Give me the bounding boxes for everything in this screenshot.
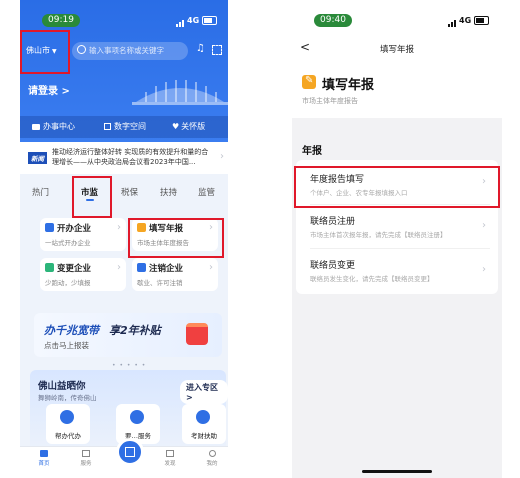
promo-title-a: 办千兆宽带 [44,324,99,337]
nav-label: 服务 [80,461,92,467]
service-subtitle: 歇业、许可注销 [137,279,183,287]
cancel-doc-icon [137,263,146,272]
broadband-promo-banner[interactable]: 办千兆宽带 享2年补贴 点击马上报装 [34,313,222,357]
section-title: 佛山益晒你 [38,381,86,392]
section-subtitle: 舞狮岭南，传奇佛山 [38,394,97,402]
quick-entry-care-mode[interactable]: ♥ 关怀版 [172,121,205,132]
change-icon [45,263,54,272]
user-icon [208,450,216,457]
scan-icon[interactable] [212,45,222,55]
nav-discover[interactable]: 发现 [160,450,180,467]
gavel-icon [130,410,144,424]
quick-entry-service-center[interactable]: 办事中心 [32,121,75,132]
service-title: 开办企业 [57,224,92,234]
nav-mine[interactable]: 我的 [202,450,222,467]
status-time: 09:40 [314,14,352,27]
chevron-right-icon: › [209,262,213,273]
chevron-right-icon: › [482,264,486,275]
item-title: 联络员注册 [310,217,356,227]
digital-icon [104,123,111,130]
wallet-icon [196,410,210,424]
chevron-right-icon: › [117,222,121,233]
item-subtitle: 市场主体首次报年报，请先完成【联络员注册】 [310,231,447,239]
home-icon [40,450,48,457]
nav-service[interactable]: 服务 [76,450,96,467]
signal-icon [176,14,185,27]
nav-home[interactable]: 首页 [34,450,54,467]
tab-hot[interactable]: 热门 [32,186,49,198]
quick-entry-digital-space[interactable]: 数字空间 [104,121,146,132]
nav-label: 首页 [38,461,50,467]
chevron-right-icon: › [220,151,224,162]
enter-zone-button[interactable]: 进入专区 > [180,380,228,404]
list-item-liaison-change[interactable]: 联络员变更 联络员发生变化，请先完成【联络员变更】 › [296,252,498,292]
bell-icon[interactable]: ♫ [196,43,206,55]
item-subtitle: 联络员发生变化，请先完成【联络员变更】 [310,275,434,283]
nav-label: 我的 [206,461,218,467]
section-item-label: 考财扶助 [191,432,217,440]
service-icon [82,450,90,457]
service-title: 注销企业 [149,264,184,274]
pencil-glyph: ✎ [305,75,314,86]
briefcase-icon [32,123,40,130]
signal-icon [448,14,457,27]
left-phone-screen: 09:19 4G 佛山市 ▼ 输入事项名称或关键字 ♫ 请登录 > 办事中心 数字… [20,0,228,478]
promo-title-b: 享2年补贴 [109,324,161,337]
home-indicator [362,470,432,473]
highlight-annual-report-item-box [294,166,500,208]
news-banner[interactable]: 新闻 推动经济运行整体好转 实现质的有效提升和量的合理增长——从中央政治局会议看… [20,142,228,174]
item-title: 联络员变更 [310,261,356,271]
section-item-subsidy[interactable]: 考财扶助 [182,404,226,444]
search-icon [77,45,86,54]
news-text: 推动经济运行整体好转 实现质的有效提升和量的合理增长——从中央政治局会议看202… [52,148,209,166]
promo-subtitle: 点击马上报装 [44,341,89,350]
battery-icon [202,16,218,25]
hero-title: 填写年报 [322,78,375,93]
highlight-tab-box [72,176,112,218]
service-card-cancel-company[interactable]: 注销企业 歇业、许可注销 › [132,258,218,291]
care-icon: ♥ [172,122,180,131]
tab-regulation[interactable]: 监管 [198,186,215,198]
news-tag: 新闻 [28,152,47,164]
status-signal: 4G [448,14,490,27]
section-item-label: 要…服务 [125,432,151,440]
service-card-open-company[interactable]: 开办企业 一站式开办企业 › [40,218,126,251]
carousel-dots: • • • • • [112,362,147,369]
building-icon [45,223,54,232]
section-item-label: 帮办代办 [55,432,81,440]
section-item-agent-service[interactable]: 帮办代办 [46,404,90,444]
section-item-service-2[interactable]: 要…服务 [116,404,160,444]
chevron-right-icon: › [482,220,486,231]
right-phone-screen: 09:40 4G < 填写年报 ✎ 填写年报 市场主体年度报告 年报 年度报告填… [292,0,502,478]
list-divider [310,248,490,249]
tab-tax-insurance[interactable]: 税保 [121,186,138,198]
tab-support[interactable]: 扶持 [160,186,177,198]
service-card-change-company[interactable]: 变更企业 少跑动，少填报 › [40,258,126,291]
gift-box-icon [186,323,208,345]
highlight-annual-report-box [128,218,224,258]
highlight-city-box [20,30,70,74]
login-link[interactable]: 请登录 > [28,82,70,97]
chevron-right-icon: › [117,262,121,273]
status-signal: 4G [176,14,218,27]
nav-label: 发现 [164,461,176,467]
hero-subtitle: 市场主体年度报告 [302,97,358,105]
qr-code-icon [125,447,135,457]
service-subtitle: 少跑动，少填报 [45,279,91,287]
agent-icon [60,410,74,424]
discover-icon [166,450,174,457]
category-tabs: 热门 市监 税保 扶持 监管 [20,178,228,204]
nav-scan-button[interactable] [116,438,144,466]
battery-icon [474,16,490,25]
service-title: 变更企业 [57,264,92,274]
stadium-illustration [132,80,228,105]
search-placeholder: 输入事项名称或关键字 [89,46,164,55]
list-item-liaison-register[interactable]: 联络员注册 市场主体首次报年报，请先完成【联络员注册】 › [296,208,498,248]
page-title: 填写年报 [379,45,414,55]
search-input[interactable]: 输入事项名称或关键字 [72,42,188,60]
service-subtitle: 一站式开办企业 [45,239,91,247]
section-title: 年报 [302,146,322,157]
status-time: 09:19 [42,14,80,27]
